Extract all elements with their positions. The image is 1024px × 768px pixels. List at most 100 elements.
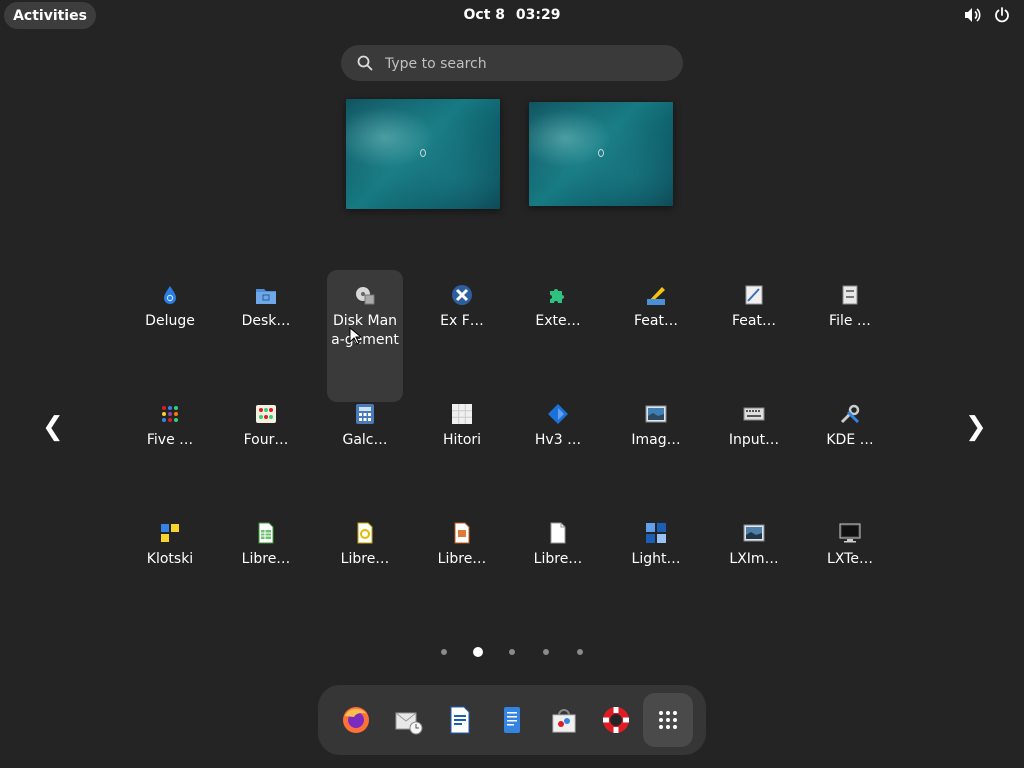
dash-item-text-editor[interactable] — [487, 693, 537, 747]
app-launcher-9[interactable]: Four… — [228, 389, 304, 450]
next-page-arrow[interactable]: ❯ — [965, 412, 987, 442]
app-label: Input… — [728, 432, 780, 448]
app-label: Ex F… — [440, 313, 484, 329]
libreoffice-document-icon — [550, 522, 566, 544]
app-launcher-18[interactable]: Libre… — [327, 508, 403, 569]
page-dot-3[interactable] — [509, 649, 515, 655]
firefox-icon — [343, 707, 369, 733]
app-launcher-15[interactable]: KDE … — [812, 389, 888, 450]
app-launcher-11[interactable]: Hitori — [424, 389, 500, 450]
app-launcher-0[interactable]: Deluge — [132, 270, 208, 331]
app-launcher-10[interactable]: Galc… — [327, 389, 403, 450]
app-label: Five … — [146, 432, 194, 448]
help-icon — [603, 707, 629, 733]
app-label: KDE … — [826, 432, 874, 448]
app-label: Four… — [243, 432, 289, 448]
keyboard-icon — [743, 407, 765, 421]
feather-pen-icon — [647, 287, 665, 305]
dash-item-libreoffice-writer[interactable] — [435, 693, 485, 747]
app-launcher-1[interactable]: Desk… — [228, 270, 304, 331]
file-cabinet-icon — [842, 285, 858, 305]
disk-management-icon — [356, 287, 375, 305]
app-label: Libre… — [533, 551, 583, 567]
app-label: Deluge — [145, 313, 195, 329]
dash-item-help[interactable] — [591, 693, 641, 747]
calculator-icon — [356, 404, 374, 424]
page-dot-5[interactable] — [577, 649, 583, 655]
dash-item-show-apps[interactable] — [643, 693, 693, 747]
app-launcher-2[interactable]: Disk Mana-gement — [327, 270, 403, 402]
extensions-icon — [550, 289, 564, 303]
app-label: Hitori — [442, 432, 482, 448]
search-icon — [357, 55, 373, 71]
feather-notepad-icon — [745, 285, 763, 305]
libreoffice-writer-icon — [450, 706, 470, 734]
app-label: Hv3 … — [534, 432, 582, 448]
page-dot-2[interactable] — [473, 647, 483, 657]
app-label: Feat… — [634, 313, 678, 329]
app-label: Klotski — [146, 551, 194, 567]
libreoffice-calc-icon — [258, 522, 274, 544]
lightsoff-icon — [646, 523, 666, 543]
software-center-icon — [552, 709, 576, 733]
text-editor-icon — [504, 707, 520, 733]
app-launcher-17[interactable]: Libre… — [228, 508, 304, 569]
app-label: Feat… — [732, 313, 776, 329]
app-label: Galc… — [342, 432, 388, 448]
clock[interactable]: Oct 8 03:29 — [0, 7, 1024, 23]
hitori-icon — [452, 404, 472, 424]
mouse-cursor-icon — [349, 327, 361, 345]
dash-item-evolution-mail[interactable] — [383, 693, 433, 747]
app-label: Desk… — [241, 313, 291, 329]
app-launcher-20[interactable]: Libre… — [520, 508, 596, 569]
workspace-thumbnail-1[interactable] — [346, 99, 500, 209]
klotski-icon — [161, 524, 179, 542]
app-launcher-23[interactable]: LXTe… — [812, 508, 888, 569]
desktop-folder-icon — [256, 289, 276, 304]
app-label: Libre… — [437, 551, 487, 567]
app-launcher-13[interactable]: Imag… — [618, 389, 694, 450]
dash-item-software-center[interactable] — [539, 693, 589, 747]
clock-time: 03:29 — [515, 7, 561, 23]
app-label: LXIm… — [729, 551, 779, 567]
workspace-thumbnail-2[interactable] — [529, 102, 673, 206]
power-icon[interactable] — [994, 7, 1010, 23]
terminal-icon — [839, 523, 861, 543]
app-launcher-21[interactable]: Light… — [618, 508, 694, 569]
app-label: LXTe… — [827, 551, 873, 567]
four-in-a-row-icon — [256, 405, 276, 423]
search-input[interactable] — [383, 45, 667, 83]
tools-icon — [840, 404, 860, 424]
app-launcher-7[interactable]: File … — [812, 270, 888, 331]
volume-icon[interactable] — [964, 7, 982, 23]
app-label: Libre… — [340, 551, 390, 567]
app-launcher-3[interactable]: Ex F… — [424, 270, 500, 331]
app-launcher-14[interactable]: Input… — [716, 389, 792, 450]
image-viewer-icon — [645, 405, 667, 423]
hv3-icon — [548, 404, 568, 424]
app-launcher-6[interactable]: Feat… — [716, 270, 792, 331]
system-status-area[interactable] — [964, 7, 1010, 23]
page-dot-4[interactable] — [543, 649, 549, 655]
dash-item-firefox[interactable] — [331, 693, 381, 747]
previous-page-arrow[interactable]: ❮ — [42, 412, 64, 442]
app-launcher-19[interactable]: Libre… — [424, 508, 500, 569]
app-launcher-5[interactable]: Feat… — [618, 270, 694, 331]
deluge-icon — [164, 286, 176, 304]
app-label: Imag… — [631, 432, 681, 448]
lximage-icon — [743, 524, 765, 542]
clock-date: Oct 8 — [463, 7, 506, 23]
app-launcher-16[interactable]: Klotski — [132, 508, 208, 569]
top-bar: Activities Oct 8 03:29 — [0, 0, 1024, 32]
libreoffice-draw-icon — [357, 522, 373, 544]
five-or-more-icon — [162, 406, 178, 422]
search-bar[interactable] — [341, 45, 683, 83]
app-label: Light… — [631, 551, 681, 567]
app-launcher-22[interactable]: LXIm… — [716, 508, 792, 569]
evolution-mail-icon — [395, 712, 423, 735]
page-dot-1[interactable] — [441, 649, 447, 655]
app-launcher-8[interactable]: Five … — [132, 389, 208, 450]
app-launcher-12[interactable]: Hv3 … — [520, 389, 596, 450]
app-launcher-4[interactable]: Exte… — [520, 270, 596, 331]
app-label: Libre… — [241, 551, 291, 567]
